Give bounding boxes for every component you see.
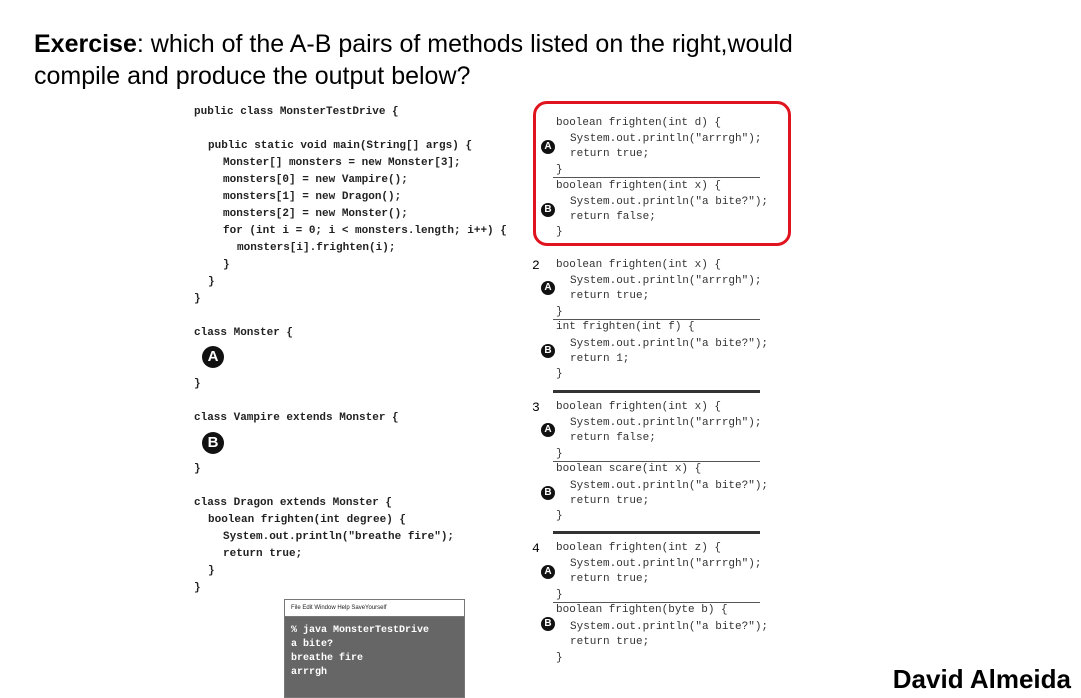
option-3-a-line: return false;: [570, 432, 656, 444]
option-3-b-line: }: [556, 510, 563, 522]
option-4-b-line: System.out.println("a bite?");: [570, 621, 769, 633]
code-line: }: [194, 293, 201, 305]
placeholder-b-badge: B: [202, 432, 224, 454]
option-4-b-line: boolean frighten(byte b) {: [556, 604, 728, 616]
terminal-line: breathe fire: [291, 653, 364, 664]
terminal-window: File Edit Window Help SaveYourself % jav…: [284, 599, 465, 698]
code-line: }: [194, 463, 201, 475]
option-1-b-badge: B: [541, 203, 555, 217]
option-3-a-line: System.out.println("arrrgh");: [570, 417, 762, 429]
option-2-b-line: int frighten(int f) {: [556, 321, 695, 333]
code-line: class Vampire extends Monster {: [194, 412, 399, 424]
code-line: }: [208, 276, 215, 288]
code-line: for (int i = 0; i < monsters.length; i++…: [223, 225, 507, 237]
exercise-title: Exercise: which of the A-B pairs of meth…: [34, 28, 934, 92]
option-4-number: 4: [532, 541, 540, 556]
terminal-line: arrrgh: [291, 667, 328, 678]
code-line: return true;: [223, 548, 303, 560]
option-separator: [553, 531, 760, 534]
placeholder-a-badge: A: [202, 346, 224, 368]
option-2-a-badge: A: [541, 281, 555, 295]
option-3-a-line: boolean frighten(int x) {: [556, 401, 722, 413]
code-line: class Dragon extends Monster {: [194, 497, 393, 509]
code-line: boolean frighten(int degree) {: [208, 514, 407, 526]
option-3-b-line: return true;: [570, 495, 650, 507]
option-2-b-badge: B: [541, 344, 555, 358]
option-2-a-line: return true;: [570, 290, 650, 302]
code-line: monsters[2] = new Monster();: [223, 208, 408, 220]
option-3-a-line: }: [556, 448, 563, 460]
option-1-b-line: return false;: [570, 211, 656, 223]
option-4-a-line: System.out.println("arrrgh");: [570, 558, 762, 570]
code-line: System.out.println("breathe fire");: [223, 531, 455, 543]
option-2-b-line: }: [556, 368, 563, 380]
terminal-line: % java MonsterTestDrive: [291, 625, 430, 636]
code-line: monsters[0] = new Vampire();: [223, 174, 408, 186]
terminal-output: % java MonsterTestDrive a bite? breathe …: [285, 617, 464, 680]
title-text-line1: : which of the A-B pairs of methods list…: [136, 30, 793, 58]
option-3-number: 3: [532, 400, 540, 415]
option-3-a-badge: A: [541, 423, 555, 437]
code-line: public static void main(String[] args) {: [208, 140, 473, 152]
option-4-a-line: return true;: [570, 573, 650, 585]
option-4-b-badge: B: [541, 617, 555, 631]
option-4-b-line: return true;: [570, 636, 650, 648]
option-2-a-line: boolean frighten(int x) {: [556, 259, 722, 271]
option-1-a-line: }: [556, 164, 563, 176]
code-line: }: [208, 565, 215, 577]
author-name: David Almeida: [892, 664, 1071, 694]
option-1-a-line: boolean frighten(int d) {: [556, 117, 722, 129]
code-line: Monster[] monsters = new Monster[3];: [223, 157, 461, 169]
option-divider: [553, 177, 760, 178]
option-2-b-line: System.out.println("a bite?");: [570, 338, 769, 350]
code-line: }: [194, 582, 201, 594]
exercise-label: Exercise: [34, 30, 137, 58]
option-1-a-line: System.out.println("arrrgh");: [570, 133, 762, 145]
code-line: public class MonsterTestDrive {: [194, 106, 399, 118]
code-line: monsters[1] = new Dragon();: [223, 191, 402, 203]
terminal-menu-bar: File Edit Window Help SaveYourself: [285, 600, 464, 617]
option-3-b-line: boolean scare(int x) {: [556, 463, 702, 475]
option-2-b-line: return 1;: [570, 353, 630, 365]
option-1-b-line: boolean frighten(int x) {: [556, 180, 722, 192]
code-line: }: [194, 378, 201, 390]
terminal-line: a bite?: [291, 639, 334, 650]
code-line: monsters[i].frighten(i);: [237, 242, 396, 254]
code-line: class Monster {: [194, 327, 294, 339]
option-separator: [553, 390, 760, 393]
option-2-a-line: }: [556, 306, 563, 318]
option-1-b-line: }: [556, 226, 563, 238]
title-text-line2: compile and produce the output below?: [34, 62, 471, 90]
option-4-b-line: }: [556, 652, 563, 664]
option-3-b-badge: B: [541, 486, 555, 500]
option-4-a-badge: A: [541, 565, 555, 579]
option-1-b-line: System.out.println("a bite?");: [570, 196, 769, 208]
option-3-b-line: System.out.println("a bite?");: [570, 480, 769, 492]
code-line: }: [223, 259, 230, 271]
option-1-a-badge: A: [541, 140, 555, 154]
option-1-a-line: return true;: [570, 148, 650, 160]
option-2-number: 2: [532, 258, 540, 273]
option-4-a-line: }: [556, 589, 563, 601]
option-2-a-line: System.out.println("arrrgh");: [570, 275, 762, 287]
option-4-a-line: boolean frighten(int z) {: [556, 542, 722, 554]
